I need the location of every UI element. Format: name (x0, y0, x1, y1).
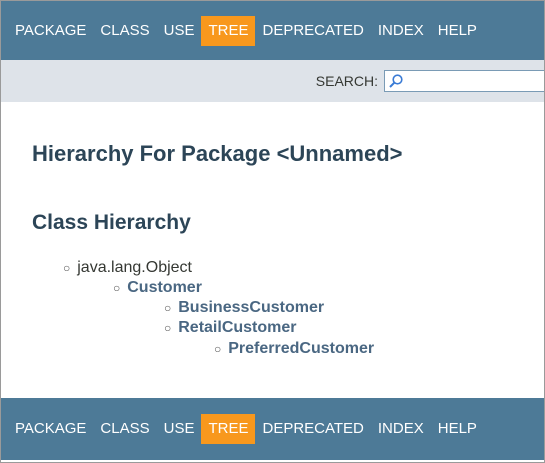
search-label: SEARCH: (315, 73, 378, 89)
bullet-icon: ○ (164, 321, 172, 335)
tree-item-business-customer: ○ BusinessCustomer (164, 299, 324, 317)
nav-package[interactable]: PACKAGE (8, 414, 93, 444)
search-icon (389, 74, 403, 88)
page-title: Hierarchy For Package <Unnamed> (32, 141, 403, 166)
tree-item-java-lang-object: ○ java.lang.Object (63, 259, 192, 277)
nav-class[interactable]: CLASS (93, 414, 156, 444)
nav-deprecated[interactable]: DEPRECATED (255, 414, 370, 444)
javadoc-page: PACKAGE CLASS USE TREE DEPRECATED INDEX … (0, 0, 545, 463)
nav-help[interactable]: HELP (431, 16, 484, 46)
tree-item-label: java.lang.Object (77, 259, 192, 276)
bullet-icon: ○ (63, 261, 71, 275)
class-link-customer[interactable]: Customer (127, 279, 202, 297)
tree-item-preferred-customer: ○ PreferredCustomer (214, 340, 374, 358)
top-navbar: PACKAGE CLASS USE TREE DEPRECATED INDEX … (1, 1, 544, 60)
tree-item-retail-customer: ○ RetailCustomer (164, 319, 297, 337)
nav-tree[interactable]: TREE (201, 15, 256, 46)
search-input[interactable] (405, 71, 544, 91)
class-link-retail-customer[interactable]: RetailCustomer (178, 319, 296, 337)
nav-help[interactable]: HELP (431, 414, 484, 444)
nav-use[interactable]: USE (157, 16, 202, 46)
nav-class[interactable]: CLASS (93, 16, 156, 46)
bullet-icon: ○ (164, 301, 172, 315)
sub-navbar: SEARCH: (1, 60, 544, 102)
bullet-icon: ○ (113, 281, 121, 295)
class-link-preferred-customer[interactable]: PreferredCustomer (228, 340, 374, 358)
nav-tree[interactable]: TREE (201, 414, 256, 444)
nav-package[interactable]: PACKAGE (8, 16, 93, 46)
class-link-business-customer[interactable]: BusinessCustomer (178, 299, 324, 317)
bottom-navbar: PACKAGE CLASS USE TREE DEPRECATED INDEX … (1, 398, 544, 460)
nav-index[interactable]: INDEX (371, 16, 431, 46)
tree-item-customer: ○ Customer (113, 279, 202, 297)
nav-index[interactable]: INDEX (371, 414, 431, 444)
section-title: Class Hierarchy (32, 211, 191, 234)
bullet-icon: ○ (214, 342, 222, 356)
search-box[interactable] (384, 70, 544, 92)
nav-use[interactable]: USE (157, 414, 202, 444)
nav-deprecated[interactable]: DEPRECATED (255, 16, 370, 46)
